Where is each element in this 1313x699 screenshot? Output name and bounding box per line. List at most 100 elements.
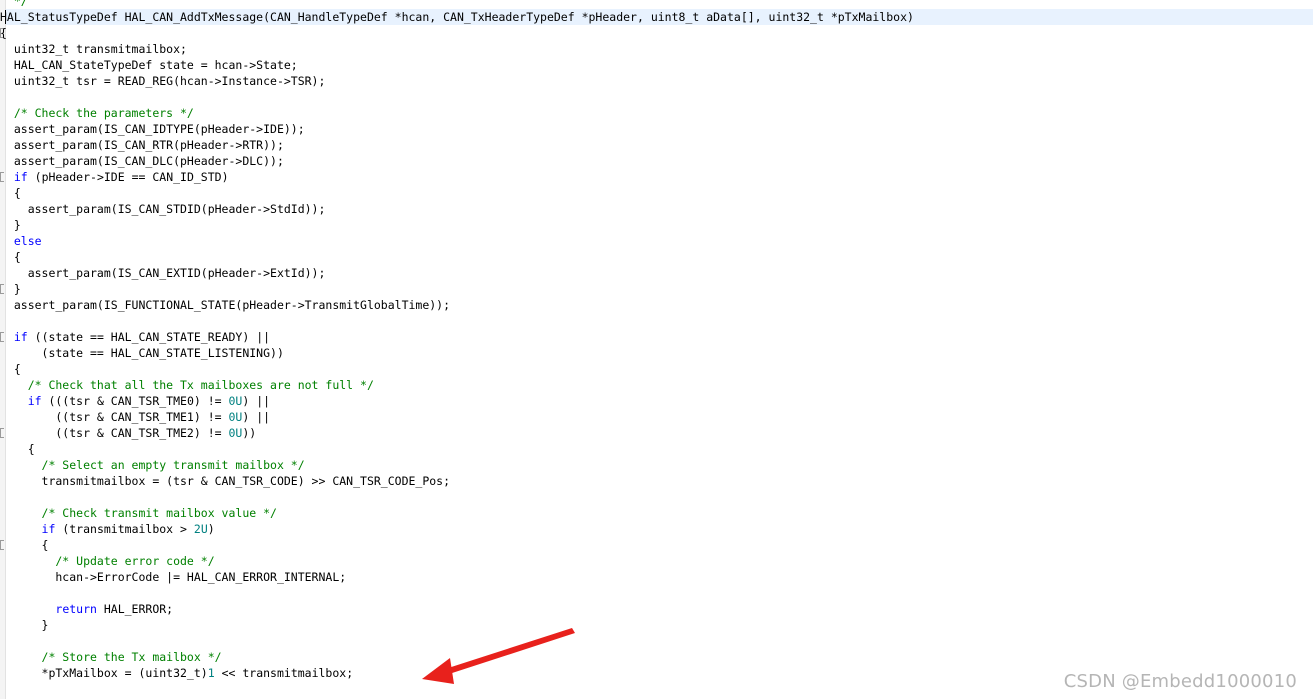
code-line[interactable]: (state == HAL_CAN_STATE_LISTENING))	[0, 345, 914, 361]
code-line[interactable]: {	[0, 361, 914, 377]
code-line[interactable]: hcan->ErrorCode |= HAL_CAN_ERROR_INTERNA…	[0, 569, 914, 585]
code-comment: */	[0, 0, 28, 8]
red-arrow-annotation	[422, 628, 575, 684]
code-token: hcan->ErrorCode |= HAL_CAN_ERROR_INTERNA…	[0, 570, 347, 584]
watermark: CSDN @Embedd1000010	[1063, 671, 1297, 692]
code-line[interactable]: return HAL_ERROR;	[0, 601, 914, 617]
code-token: (state == HAL_CAN_STATE_LISTENING))	[0, 346, 284, 360]
code-token: {	[0, 442, 35, 456]
code-token: *pTxMailbox = (uint32_t)	[0, 666, 208, 680]
code-comment: /* Check transmit mailbox value */	[0, 506, 277, 520]
code-keyword: else	[13, 234, 42, 248]
code-token: uint32_t tsr = READ_REG(hcan->Instance->…	[0, 74, 326, 88]
code-keyword: return	[55, 602, 97, 616]
code-token: (pHeader->IDE == CAN_ID_STD)	[27, 170, 229, 184]
code-keyword: if	[41, 522, 56, 536]
code-token: {	[0, 250, 21, 264]
code-token: (((tsr & CAN_TSR_TME0) !=	[41, 394, 229, 408]
code-number: 0U	[228, 410, 243, 424]
code-token: assert_param(IS_CAN_IDTYPE(pHeader->IDE)…	[0, 122, 305, 136]
code-line[interactable]: }	[0, 281, 914, 297]
code-line[interactable]: if (((tsr & CAN_TSR_TME0) != 0U) ||	[0, 393, 914, 409]
code-line[interactable]	[0, 585, 914, 601]
code-token: }	[0, 618, 49, 632]
code-line[interactable]: uint32_t transmitmailbox;	[0, 41, 914, 57]
code-line[interactable]: /* Check transmit mailbox value */	[0, 505, 914, 521]
text-cursor	[5, 10, 6, 24]
code-comment: /* Update error code */	[0, 554, 215, 568]
code-comment: /* Check the parameters */	[0, 106, 194, 120]
code-token: {	[0, 538, 49, 552]
code-token: (transmitmailbox >	[55, 522, 194, 536]
code-line[interactable]	[0, 313, 914, 329]
code-token: {	[0, 26, 7, 40]
code-line[interactable]: if ((state == HAL_CAN_STATE_READY) ||	[0, 329, 914, 345]
code-line[interactable]: */	[0, 0, 914, 9]
code-comment: /* Store the Tx mailbox */	[0, 650, 222, 664]
code-line[interactable]: assert_param(IS_CAN_EXTID(pHeader->ExtId…	[0, 265, 914, 281]
code-token: ) ||	[242, 394, 271, 408]
code-line[interactable]: HAL_CAN_StateTypeDef state = hcan->State…	[0, 57, 914, 73]
code-number: 1	[207, 666, 215, 680]
code-line[interactable]: /* Update error code */	[0, 553, 914, 569]
code-line[interactable]: {	[0, 441, 914, 457]
code-text[interactable]: */ HAL_StatusTypeDef HAL_CAN_AddTxMessage…	[0, 0, 914, 681]
code-token: HAL_ERROR;	[96, 602, 174, 616]
code-keyword: if	[13, 330, 28, 344]
code-token: assert_param(IS_CAN_EXTID(pHeader->ExtId…	[0, 266, 326, 280]
code-line[interactable]: /* Select an empty transmit mailbox */	[0, 457, 914, 473]
code-token: uint32_t transmitmailbox;	[0, 42, 187, 56]
code-token: assert_param(IS_CAN_STDID(pHeader->StdId…	[0, 202, 326, 216]
code-line[interactable]: assert_param(IS_CAN_RTR(pHeader->RTR));	[0, 137, 914, 153]
code-line[interactable]: /* Check that all the Tx mailboxes are n…	[0, 377, 914, 393]
code-editor[interactable]: */ HAL_StatusTypeDef HAL_CAN_AddTxMessage…	[0, 0, 1313, 699]
code-token: )	[207, 522, 215, 536]
code-line[interactable]: assert_param(IS_CAN_IDTYPE(pHeader->IDE)…	[0, 121, 914, 137]
code-token: HAL_CAN_StateTypeDef state = hcan->State…	[0, 58, 298, 72]
code-line[interactable]: ((tsr & CAN_TSR_TME1) != 0U) ||	[0, 409, 914, 425]
code-line[interactable]: {	[0, 25, 914, 41]
code-line[interactable]: ((tsr & CAN_TSR_TME2) != 0U))	[0, 425, 914, 441]
code-line[interactable]: }	[0, 217, 914, 233]
code-line[interactable]: transmitmailbox = (tsr & CAN_TSR_CODE) >…	[0, 473, 914, 489]
code-line[interactable]: assert_param(IS_FUNCTIONAL_STATE(pHeader…	[0, 297, 914, 313]
code-line[interactable]: if (pHeader->IDE == CAN_ID_STD)	[0, 169, 914, 185]
code-token: }	[0, 282, 21, 296]
code-number: 0U	[228, 426, 243, 440]
code-token: HAL_StatusTypeDef HAL_CAN_AddTxMessage(C…	[0, 10, 914, 24]
code-line[interactable]: /* Check the parameters */	[0, 105, 914, 121]
code-token: transmitmailbox = (tsr & CAN_TSR_CODE) >…	[0, 474, 451, 488]
code-line[interactable]: HAL_StatusTypeDef HAL_CAN_AddTxMessage(C…	[0, 9, 914, 25]
code-token: {	[0, 186, 21, 200]
code-line[interactable]: if (transmitmailbox > 2U)	[0, 521, 914, 537]
code-token: assert_param(IS_CAN_RTR(pHeader->RTR));	[0, 138, 284, 152]
code-line[interactable]: uint32_t tsr = READ_REG(hcan->Instance->…	[0, 73, 914, 89]
code-token: ((tsr & CAN_TSR_TME1) !=	[0, 410, 229, 424]
code-line[interactable]: {	[0, 249, 914, 265]
code-line[interactable]	[0, 89, 914, 105]
code-keyword: if	[13, 170, 28, 184]
code-token: assert_param(IS_CAN_DLC(pHeader->DLC));	[0, 154, 284, 168]
code-line[interactable]: {	[0, 185, 914, 201]
code-line[interactable]	[0, 489, 914, 505]
code-comment: /* Check that all the Tx mailboxes are n…	[0, 378, 374, 392]
code-token: {	[0, 362, 21, 376]
code-number: 2U	[193, 522, 208, 536]
code-token: assert_param(IS_FUNCTIONAL_STATE(pHeader…	[0, 298, 451, 312]
code-line[interactable]: {	[0, 537, 914, 553]
code-line[interactable]: assert_param(IS_CAN_DLC(pHeader->DLC));	[0, 153, 914, 169]
code-number: 0U	[228, 394, 243, 408]
code-token: ((tsr & CAN_TSR_TME2) !=	[0, 426, 229, 440]
code-token: }	[0, 218, 21, 232]
code-line[interactable]: assert_param(IS_CAN_STDID(pHeader->StdId…	[0, 201, 914, 217]
code-line[interactable]: else	[0, 233, 914, 249]
code-token: ((state == HAL_CAN_STATE_READY) ||	[27, 330, 271, 344]
code-keyword: if	[27, 394, 42, 408]
code-token: ))	[242, 426, 257, 440]
